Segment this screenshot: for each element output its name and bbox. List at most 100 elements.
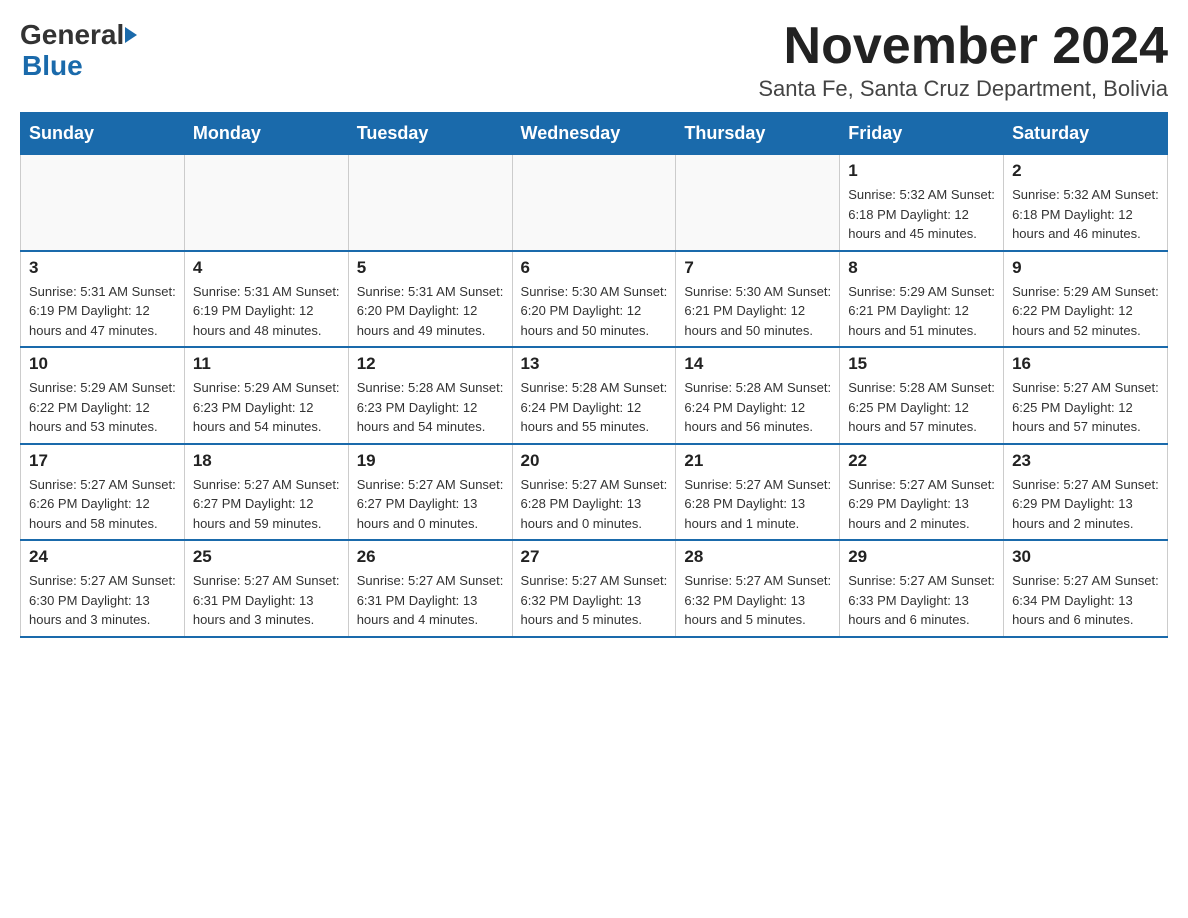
calendar-week-3: 10 Sunrise: 5:29 AM Sunset: 6:22 PM Dayli… (21, 347, 1168, 444)
weekday-header-friday: Friday (840, 113, 1004, 155)
day-info: Sunrise: 5:29 AM Sunset: 6:22 PM Dayligh… (29, 378, 176, 437)
day-number: 14 (684, 354, 831, 374)
weekday-header-saturday: Saturday (1004, 113, 1168, 155)
calendar-cell: 3 Sunrise: 5:31 AM Sunset: 6:19 PM Daylig… (21, 251, 185, 348)
day-number: 25 (193, 547, 340, 567)
calendar-week-1: 1 Sunrise: 5:32 AM Sunset: 6:18 PM Daylig… (21, 155, 1168, 251)
day-number: 3 (29, 258, 176, 278)
day-info: Sunrise: 5:31 AM Sunset: 6:20 PM Dayligh… (357, 282, 504, 341)
calendar-cell (21, 155, 185, 251)
day-number: 4 (193, 258, 340, 278)
day-info: Sunrise: 5:30 AM Sunset: 6:21 PM Dayligh… (684, 282, 831, 341)
calendar-cell: 10 Sunrise: 5:29 AM Sunset: 6:22 PM Dayli… (21, 347, 185, 444)
calendar-cell: 23 Sunrise: 5:27 AM Sunset: 6:29 PM Dayli… (1004, 444, 1168, 541)
weekday-header-monday: Monday (184, 113, 348, 155)
day-number: 9 (1012, 258, 1159, 278)
logo-triangle-icon (125, 27, 137, 43)
calendar-cell: 15Sunrise: 5:28 AM Sunset: 6:25 PM Dayli… (840, 347, 1004, 444)
day-number: 2 (1012, 161, 1159, 181)
day-info: Sunrise: 5:27 AM Sunset: 6:29 PM Dayligh… (1012, 475, 1159, 534)
calendar-cell: 9 Sunrise: 5:29 AM Sunset: 6:22 PM Daylig… (1004, 251, 1168, 348)
logo-general: General (20, 20, 124, 51)
calendar-week-2: 3 Sunrise: 5:31 AM Sunset: 6:19 PM Daylig… (21, 251, 1168, 348)
day-number: 8 (848, 258, 995, 278)
day-info: Sunrise: 5:27 AM Sunset: 6:30 PM Dayligh… (29, 571, 176, 630)
calendar-cell: 2Sunrise: 5:32 AM Sunset: 6:18 PM Daylig… (1004, 155, 1168, 251)
calendar-cell: 17 Sunrise: 5:27 AM Sunset: 6:26 PM Dayli… (21, 444, 185, 541)
calendar-cell: 24Sunrise: 5:27 AM Sunset: 6:30 PM Dayli… (21, 540, 185, 637)
day-number: 16 (1012, 354, 1159, 374)
title-area: November 2024 Santa Fe, Santa Cruz Depar… (758, 20, 1168, 102)
day-info: Sunrise: 5:27 AM Sunset: 6:34 PM Dayligh… (1012, 571, 1159, 630)
calendar-cell: 28Sunrise: 5:27 AM Sunset: 6:32 PM Dayli… (676, 540, 840, 637)
calendar-cell: 25 Sunrise: 5:27 AM Sunset: 6:31 PM Dayli… (184, 540, 348, 637)
calendar-cell: 20 Sunrise: 5:27 AM Sunset: 6:28 PM Dayli… (512, 444, 676, 541)
weekday-header-thursday: Thursday (676, 113, 840, 155)
logo: General Blue (20, 20, 137, 82)
calendar-cell: 30Sunrise: 5:27 AM Sunset: 6:34 PM Dayli… (1004, 540, 1168, 637)
day-number: 13 (521, 354, 668, 374)
calendar-cell: 7 Sunrise: 5:30 AM Sunset: 6:21 PM Daylig… (676, 251, 840, 348)
day-info: Sunrise: 5:28 AM Sunset: 6:24 PM Dayligh… (684, 378, 831, 437)
day-info: Sunrise: 5:30 AM Sunset: 6:20 PM Dayligh… (521, 282, 668, 341)
calendar-cell: 4Sunrise: 5:31 AM Sunset: 6:19 PM Daylig… (184, 251, 348, 348)
day-info: Sunrise: 5:27 AM Sunset: 6:28 PM Dayligh… (684, 475, 831, 534)
day-number: 18 (193, 451, 340, 471)
page-subtitle: Santa Fe, Santa Cruz Department, Bolivia (758, 76, 1168, 102)
day-number: 19 (357, 451, 504, 471)
day-number: 22 (848, 451, 995, 471)
weekday-header-sunday: Sunday (21, 113, 185, 155)
calendar-cell: 1 Sunrise: 5:32 AM Sunset: 6:18 PM Daylig… (840, 155, 1004, 251)
calendar-cell: 18Sunrise: 5:27 AM Sunset: 6:27 PM Dayli… (184, 444, 348, 541)
weekday-header-row: SundayMondayTuesdayWednesdayThursdayFrid… (21, 113, 1168, 155)
calendar-cell: 8Sunrise: 5:29 AM Sunset: 6:21 PM Daylig… (840, 251, 1004, 348)
day-number: 23 (1012, 451, 1159, 471)
day-info: Sunrise: 5:27 AM Sunset: 6:27 PM Dayligh… (357, 475, 504, 534)
day-info: Sunrise: 5:28 AM Sunset: 6:23 PM Dayligh… (357, 378, 504, 437)
calendar-week-5: 24Sunrise: 5:27 AM Sunset: 6:30 PM Dayli… (21, 540, 1168, 637)
day-number: 10 (29, 354, 176, 374)
day-number: 7 (684, 258, 831, 278)
day-info: Sunrise: 5:27 AM Sunset: 6:28 PM Dayligh… (521, 475, 668, 534)
day-info: Sunrise: 5:31 AM Sunset: 6:19 PM Dayligh… (29, 282, 176, 341)
logo-blue: Blue (22, 50, 83, 81)
day-info: Sunrise: 5:32 AM Sunset: 6:18 PM Dayligh… (848, 185, 995, 244)
calendar-cell (184, 155, 348, 251)
day-number: 26 (357, 547, 504, 567)
calendar-cell: 21 Sunrise: 5:27 AM Sunset: 6:28 PM Dayli… (676, 444, 840, 541)
day-info: Sunrise: 5:27 AM Sunset: 6:32 PM Dayligh… (521, 571, 668, 630)
day-info: Sunrise: 5:29 AM Sunset: 6:22 PM Dayligh… (1012, 282, 1159, 341)
day-info: Sunrise: 5:27 AM Sunset: 6:25 PM Dayligh… (1012, 378, 1159, 437)
day-info: Sunrise: 5:27 AM Sunset: 6:33 PM Dayligh… (848, 571, 995, 630)
calendar-cell (676, 155, 840, 251)
day-info: Sunrise: 5:29 AM Sunset: 6:23 PM Dayligh… (193, 378, 340, 437)
weekday-header-wednesday: Wednesday (512, 113, 676, 155)
day-info: Sunrise: 5:27 AM Sunset: 6:26 PM Dayligh… (29, 475, 176, 534)
day-number: 17 (29, 451, 176, 471)
day-number: 21 (684, 451, 831, 471)
day-number: 29 (848, 547, 995, 567)
calendar-cell: 27Sunrise: 5:27 AM Sunset: 6:32 PM Dayli… (512, 540, 676, 637)
day-info: Sunrise: 5:27 AM Sunset: 6:32 PM Dayligh… (684, 571, 831, 630)
calendar-cell: 22 Sunrise: 5:27 AM Sunset: 6:29 PM Dayli… (840, 444, 1004, 541)
calendar-week-4: 17 Sunrise: 5:27 AM Sunset: 6:26 PM Dayli… (21, 444, 1168, 541)
calendar-cell: 26 Sunrise: 5:27 AM Sunset: 6:31 PM Dayli… (348, 540, 512, 637)
calendar-cell: 29 Sunrise: 5:27 AM Sunset: 6:33 PM Dayli… (840, 540, 1004, 637)
day-number: 15 (848, 354, 995, 374)
day-info: Sunrise: 5:27 AM Sunset: 6:29 PM Dayligh… (848, 475, 995, 534)
day-number: 1 (848, 161, 995, 181)
day-number: 20 (521, 451, 668, 471)
day-info: Sunrise: 5:27 AM Sunset: 6:31 PM Dayligh… (357, 571, 504, 630)
header: General Blue November 2024 Santa Fe, San… (20, 20, 1168, 102)
calendar-body: 1 Sunrise: 5:32 AM Sunset: 6:18 PM Daylig… (21, 155, 1168, 637)
day-info: Sunrise: 5:28 AM Sunset: 6:24 PM Dayligh… (521, 378, 668, 437)
calendar-cell (348, 155, 512, 251)
calendar-cell: 11Sunrise: 5:29 AM Sunset: 6:23 PM Dayli… (184, 347, 348, 444)
calendar-cell: 13 Sunrise: 5:28 AM Sunset: 6:24 PM Dayli… (512, 347, 676, 444)
calendar-cell: 14 Sunrise: 5:28 AM Sunset: 6:24 PM Dayli… (676, 347, 840, 444)
calendar-table: SundayMondayTuesdayWednesdayThursdayFrid… (20, 112, 1168, 638)
day-number: 12 (357, 354, 504, 374)
weekday-header-tuesday: Tuesday (348, 113, 512, 155)
calendar-cell: 6Sunrise: 5:30 AM Sunset: 6:20 PM Daylig… (512, 251, 676, 348)
day-info: Sunrise: 5:27 AM Sunset: 6:31 PM Dayligh… (193, 571, 340, 630)
